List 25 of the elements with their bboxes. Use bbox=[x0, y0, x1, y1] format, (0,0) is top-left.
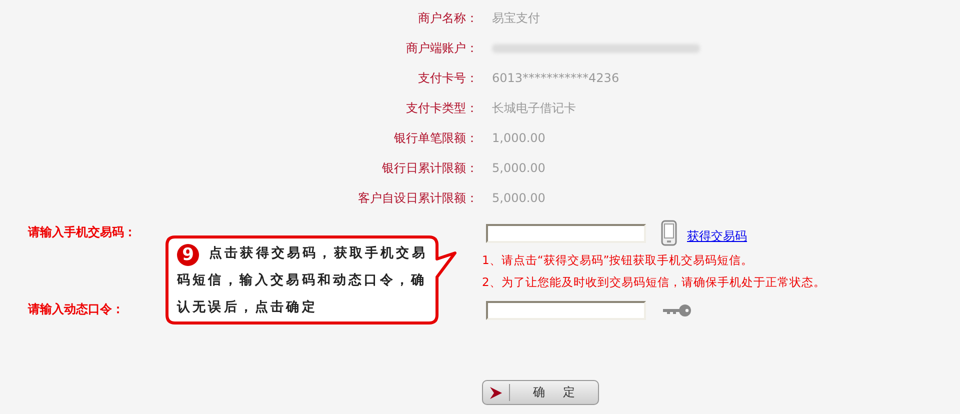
field-label: 客户自设日累计限额： bbox=[357, 190, 478, 206]
phone-icon bbox=[661, 220, 677, 246]
field-value: 5,000.00 bbox=[492, 161, 546, 175]
input-field[interactable] bbox=[486, 300, 646, 320]
field-value: 1,000.00 bbox=[492, 131, 546, 145]
callout-text: 9 点击获得交易码，获取手机交易码短信，输入交易码和动态口令，确认无误后，点击确定 bbox=[177, 243, 428, 317]
field-label: 请输入动态口令： bbox=[28, 302, 124, 316]
field-label: 银行单笔限额： bbox=[393, 130, 478, 146]
field-value: 5,000.00 bbox=[492, 191, 546, 205]
confirm-button[interactable]: 确 定 bbox=[482, 380, 599, 405]
instruction-text: 2、为了让您能及时收到交易码短信，请确保手机处于正常状态。 bbox=[482, 275, 826, 290]
key-icon bbox=[662, 304, 692, 316]
input-field[interactable] bbox=[486, 224, 646, 242]
field-label: 支付卡号： bbox=[417, 70, 478, 86]
field-label: 银行日累计限额： bbox=[381, 160, 478, 176]
field-value: 长城电子借记卡 bbox=[492, 100, 576, 116]
field-label: 商户名称： bbox=[417, 10, 478, 26]
field-label: 支付卡类型： bbox=[405, 100, 478, 116]
instruction-text: 1、请点击“获得交易码”按钮获取手机交易码短信。 bbox=[482, 253, 754, 268]
get-code-link[interactable]: 获得交易码 bbox=[687, 228, 747, 245]
field-label: 商户端账户： bbox=[405, 40, 478, 56]
field-value: 6013***********4236 bbox=[492, 71, 620, 85]
field-label: 请输入手机交易码： bbox=[28, 225, 136, 239]
arrow-icon bbox=[490, 386, 502, 398]
field-value: 易宝支付 bbox=[492, 10, 540, 26]
